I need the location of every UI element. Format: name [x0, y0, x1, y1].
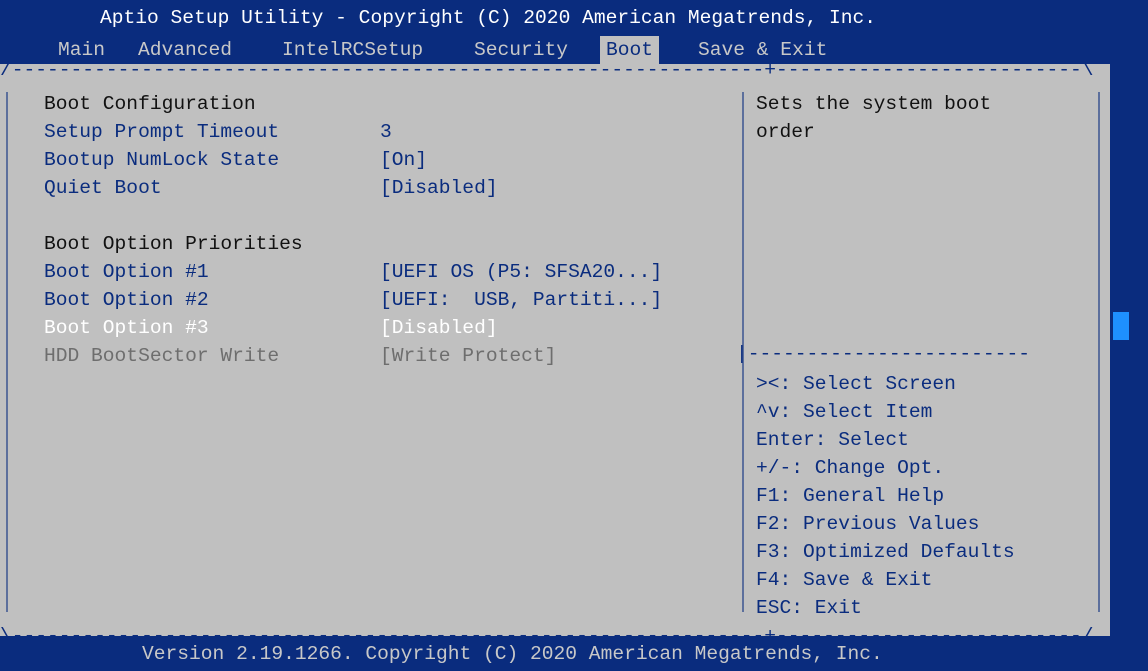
setup-panel: /---------------------------------------…	[0, 59, 1110, 647]
footer-bar: Version 2.19.1266. Copyright (C) 2020 Am…	[0, 636, 1148, 671]
key-legend-optimized-defaults: F3: Optimized Defaults	[756, 541, 1015, 563]
boot-option-2-value[interactable]: [UEFI: USB, Partiti...]	[380, 286, 662, 314]
setup-prompt-timeout-value[interactable]: 3	[380, 118, 392, 146]
app-title: Aptio Setup Utility - Copyright (C) 2020…	[100, 7, 877, 29]
bootup-numlock-value[interactable]: [On]	[380, 146, 427, 174]
help-text-line-1: Sets the system boot	[756, 93, 992, 115]
boot-option-1-value[interactable]: [UEFI OS (P5: SFSA20...]	[380, 258, 662, 286]
key-legend-change-opt: +/-: Change Opt.	[756, 457, 945, 479]
key-legend-previous-values: F2: Previous Values	[756, 513, 980, 535]
top-border: /---------------------------------------…	[0, 59, 1094, 81]
bootup-numlock-label[interactable]: Bootup NumLock State	[44, 146, 279, 174]
boot-option-2-label[interactable]: Boot Option #2	[44, 286, 209, 314]
boot-option-3-value[interactable]: [Disabled]	[380, 314, 498, 342]
center-divider	[742, 92, 744, 612]
boot-option-1-label[interactable]: Boot Option #1	[44, 258, 209, 286]
right-border	[1098, 92, 1100, 612]
left-border	[6, 92, 8, 612]
title-bar: Aptio Setup Utility - Copyright (C) 2020…	[0, 0, 1148, 36]
setup-prompt-timeout-label[interactable]: Setup Prompt Timeout	[44, 118, 279, 146]
section-boot-configuration: Boot Configuration	[44, 93, 256, 115]
quiet-boot-label[interactable]: Quiet Boot	[44, 174, 162, 202]
section-boot-option-priorities: Boot Option Priorities	[44, 233, 303, 255]
version-text: Version 2.19.1266. Copyright (C) 2020 Am…	[142, 643, 883, 665]
key-legend-esc-exit: ESC: Exit	[756, 597, 862, 619]
quiet-boot-value[interactable]: [Disabled]	[380, 174, 498, 202]
key-legend-enter: Enter: Select	[756, 429, 909, 451]
help-text-line-2: order	[756, 121, 815, 143]
hdd-bootsector-write-label: HDD BootSector Write	[44, 345, 280, 367]
key-legend-general-help: F1: General Help	[756, 485, 945, 507]
hdd-bootsector-write-value: [Write Protect]	[380, 345, 557, 367]
help-divider: |------------------------	[736, 343, 1030, 365]
key-legend-select-item: ^v: Select Item	[756, 401, 933, 423]
key-legend-save-exit: F4: Save & Exit	[756, 569, 933, 591]
boot-option-3-label[interactable]: Boot Option #3	[44, 314, 209, 342]
scroll-indicator[interactable]	[1113, 312, 1129, 340]
key-legend-select-screen: ><: Select Screen	[756, 373, 956, 395]
